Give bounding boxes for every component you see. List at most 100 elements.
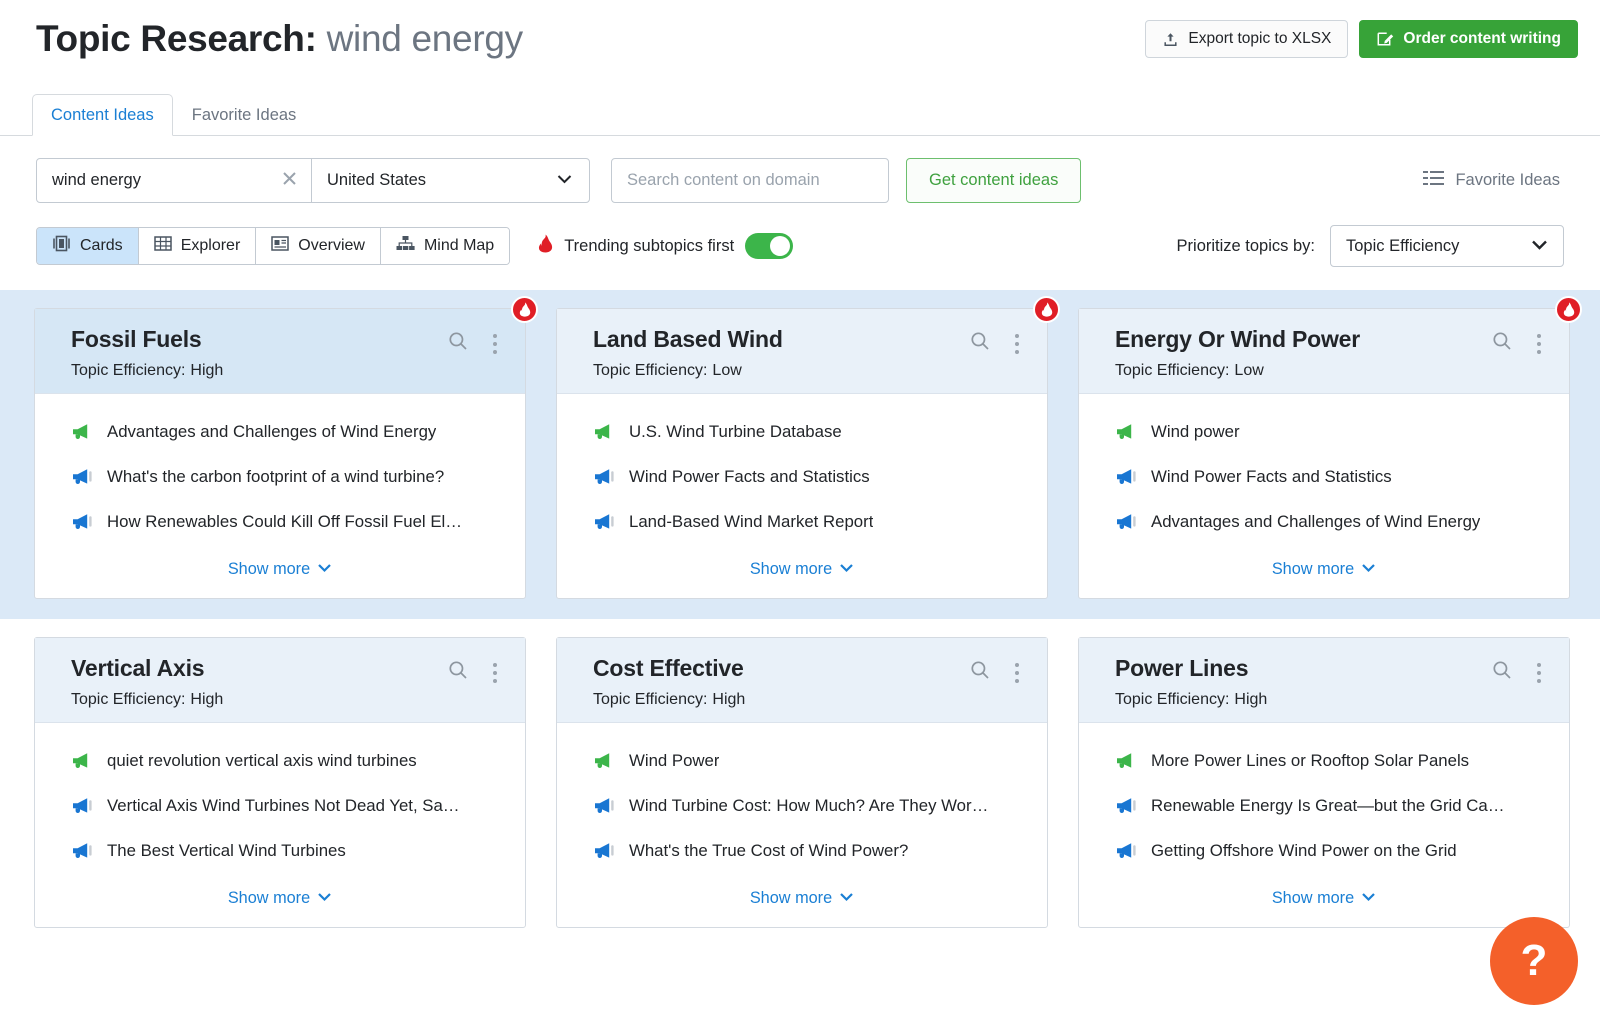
- card-row: Fossil FuelsTopic Efficiency:HighAdvanta…: [0, 290, 1600, 619]
- content-idea-item[interactable]: The Best Vertical Wind Turbines: [71, 841, 507, 861]
- megaphone-icon: [593, 797, 615, 815]
- card-menu-icon[interactable]: [1533, 662, 1545, 684]
- favorite-ideas-link[interactable]: Favorite Ideas: [1423, 170, 1576, 191]
- topic-card[interactable]: Fossil FuelsTopic Efficiency:HighAdvanta…: [34, 308, 526, 599]
- card-efficiency: Topic Efficiency: High: [71, 691, 507, 709]
- search-icon[interactable]: [970, 660, 990, 685]
- content-idea-label: quiet revolution vertical axis wind turb…: [107, 751, 417, 771]
- show-more-button[interactable]: Show more: [35, 557, 525, 598]
- topic-card[interactable]: Energy Or Wind PowerTopic Efficiency:Low…: [1078, 308, 1570, 599]
- content-idea-label: Wind Power Facts and Statistics: [1151, 467, 1392, 487]
- chevron-down-icon: [556, 172, 573, 190]
- card-menu-icon[interactable]: [489, 333, 501, 355]
- card-efficiency-value: High: [190, 691, 223, 708]
- search-icon[interactable]: [448, 660, 468, 685]
- content-idea-item[interactable]: Wind Turbine Cost: How Much? Are They Wo…: [593, 796, 1029, 816]
- card-efficiency-label: Topic Efficiency:: [71, 691, 185, 708]
- show-more-button[interactable]: Show more: [557, 886, 1047, 927]
- chevron-down-icon: [317, 559, 332, 578]
- country-select[interactable]: United States: [312, 159, 589, 202]
- clear-icon[interactable]: [280, 169, 299, 193]
- get-content-ideas-button[interactable]: Get content ideas: [906, 158, 1081, 203]
- megaphone-icon: [593, 842, 615, 860]
- content-idea-item[interactable]: U.S. Wind Turbine Database: [593, 422, 1029, 442]
- content-idea-label: Wind Turbine Cost: How Much? Are They Wo…: [629, 796, 988, 816]
- content-idea-label: Land-Based Wind Market Report: [629, 512, 873, 532]
- search-icon[interactable]: [970, 331, 990, 356]
- content-idea-label: Wind power: [1151, 422, 1240, 442]
- content-idea-item[interactable]: Wind Power: [593, 751, 1029, 771]
- card-efficiency-label: Topic Efficiency:: [593, 362, 707, 379]
- content-idea-label: How Renewables Could Kill Off Fossil Fue…: [107, 512, 462, 532]
- view-mode-mind-map[interactable]: Mind Map: [381, 228, 509, 264]
- country-value: United States: [327, 171, 426, 190]
- content-idea-item[interactable]: Wind Power Facts and Statistics: [593, 467, 1029, 487]
- content-idea-item[interactable]: Land-Based Wind Market Report: [593, 512, 1029, 532]
- view-mode-overview[interactable]: Overview: [256, 228, 381, 264]
- megaphone-icon: [593, 423, 615, 441]
- card-menu-icon[interactable]: [489, 662, 501, 684]
- content-idea-item[interactable]: Vertical Axis Wind Turbines Not Dead Yet…: [71, 796, 507, 816]
- export-xlsx-button[interactable]: Export topic to XLSX: [1145, 20, 1348, 58]
- card-menu-icon[interactable]: [1011, 333, 1023, 355]
- content-idea-label: Advantages and Challenges of Wind Energy: [1151, 512, 1480, 532]
- page-title-prefix: Topic Research:: [36, 18, 317, 59]
- search-domain-input[interactable]: [611, 158, 889, 203]
- content-idea-item[interactable]: How Renewables Could Kill Off Fossil Fue…: [71, 512, 507, 532]
- show-more-label: Show more: [1272, 889, 1354, 907]
- card-title: Land Based Wind: [593, 326, 783, 353]
- search-icon[interactable]: [1492, 331, 1512, 356]
- card-efficiency-value: High: [190, 362, 223, 379]
- search-icon[interactable]: [1492, 660, 1512, 685]
- prioritize-control: Prioritize topics by: Topic Efficiency: [1177, 225, 1576, 267]
- content-idea-item[interactable]: Advantages and Challenges of Wind Energy: [1115, 512, 1551, 532]
- show-more-label: Show more: [750, 889, 832, 907]
- topic-card[interactable]: Vertical AxisTopic Efficiency:Highquiet …: [34, 637, 526, 928]
- card-header: Energy Or Wind PowerTopic Efficiency:Low: [1079, 309, 1569, 394]
- table-icon: [154, 235, 172, 257]
- flame-icon: [538, 234, 553, 258]
- content-idea-item[interactable]: Renewable Energy Is Great—but the Grid C…: [1115, 796, 1551, 816]
- show-more-button[interactable]: Show more: [1079, 886, 1569, 927]
- content-idea-item[interactable]: More Power Lines or Rooftop Solar Panels: [1115, 751, 1551, 771]
- card-body: Advantages and Challenges of Wind Energy…: [35, 394, 525, 532]
- keyword-input[interactable]: wind energy: [37, 159, 312, 202]
- help-button[interactable]: ?: [1490, 917, 1578, 1005]
- tab-favorite-ideas[interactable]: Favorite Ideas: [173, 94, 316, 136]
- search-icon[interactable]: [448, 331, 468, 356]
- topic-card[interactable]: Cost EffectiveTopic Efficiency:HighWind …: [556, 637, 1048, 928]
- content-idea-item[interactable]: What's the carbon footprint of a wind tu…: [71, 467, 507, 487]
- topic-card[interactable]: Power LinesTopic Efficiency:HighMore Pow…: [1078, 637, 1570, 928]
- keyword-country-combo: wind energy United States: [36, 158, 590, 203]
- upload-icon: [1162, 31, 1179, 48]
- flame-icon: [519, 302, 531, 317]
- order-content-writing-button[interactable]: Order content writing: [1359, 20, 1578, 58]
- flame-icon: [1041, 302, 1053, 317]
- megaphone-icon: [71, 797, 93, 815]
- topic-card[interactable]: Land Based WindTopic Efficiency:LowU.S. …: [556, 308, 1048, 599]
- card-header: Fossil FuelsTopic Efficiency:High: [35, 309, 525, 394]
- content-idea-item[interactable]: Wind power: [1115, 422, 1551, 442]
- megaphone-icon: [1115, 842, 1137, 860]
- view-mode-explorer[interactable]: Explorer: [139, 228, 257, 264]
- tab-content-ideas[interactable]: Content Ideas: [32, 94, 173, 136]
- content-idea-item[interactable]: Advantages and Challenges of Wind Energy: [71, 422, 507, 442]
- show-more-label: Show more: [228, 889, 310, 907]
- show-more-button[interactable]: Show more: [35, 886, 525, 927]
- page-header: Topic Research: wind energy Export topic…: [0, 0, 1600, 78]
- card-efficiency: Topic Efficiency:High: [593, 691, 1029, 709]
- card-menu-icon[interactable]: [1011, 662, 1023, 684]
- content-idea-item[interactable]: quiet revolution vertical axis wind turb…: [71, 751, 507, 771]
- content-idea-label: Advantages and Challenges of Wind Energy: [107, 422, 436, 442]
- trending-subtopics-toggle[interactable]: [745, 233, 793, 259]
- view-mode-group: Cards Explorer Overview Mind Map: [36, 227, 510, 265]
- show-more-button[interactable]: Show more: [557, 557, 1047, 598]
- card-menu-icon[interactable]: [1533, 333, 1545, 355]
- show-more-button[interactable]: Show more: [1079, 557, 1569, 598]
- view-mode-cards[interactable]: Cards: [37, 228, 139, 264]
- content-idea-item[interactable]: What's the True Cost of Wind Power?: [593, 841, 1029, 861]
- content-idea-item[interactable]: Getting Offshore Wind Power on the Grid: [1115, 841, 1551, 861]
- prioritize-select[interactable]: Topic Efficiency: [1330, 225, 1564, 267]
- controls-panel: wind energy United States Get content id…: [0, 136, 1600, 290]
- content-idea-item[interactable]: Wind Power Facts and Statistics: [1115, 467, 1551, 487]
